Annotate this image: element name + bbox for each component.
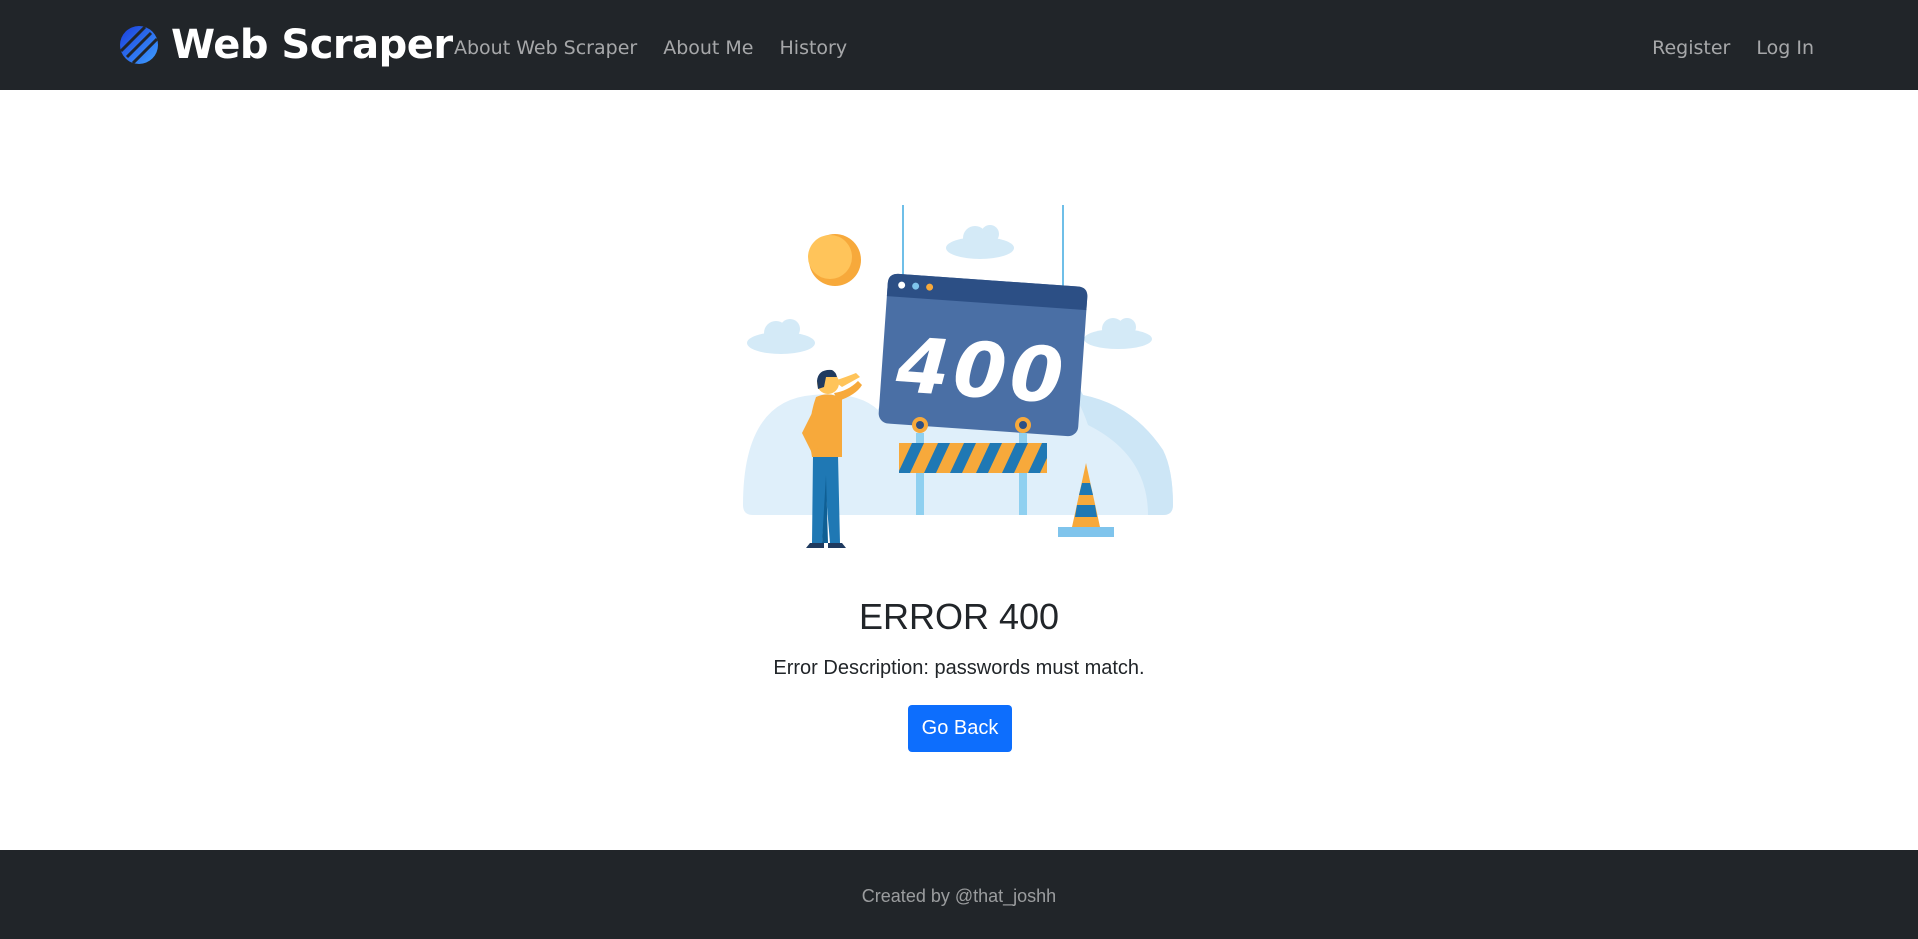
error-title: ERROR 400 (858, 596, 1060, 637)
footer-credit: Created by @that_joshh (861, 886, 1057, 906)
error-description: Error Description: passwords must match. (773, 657, 1145, 679)
brand-logo-icon (120, 26, 158, 64)
sign-code-text: 400 (893, 320, 1070, 421)
nav-about-web-scraper[interactable]: About Web Scraper (454, 37, 637, 59)
go-back-button[interactable]: Go Back (908, 705, 1012, 752)
nav-history[interactable]: History (780, 37, 848, 59)
account-nav: Register Log In (1626, 0, 1814, 96)
primary-nav: About Web Scraper About Me History (454, 0, 873, 96)
navbar: Web Scraper About Web Scraper About Me H… (0, 0, 1918, 90)
brand-name: Web Scraper (171, 22, 453, 68)
main-content: 400 ERROR 400 Error Description: passwor… (0, 90, 1918, 850)
nav-log-in[interactable]: Log In (1756, 37, 1814, 59)
under-construction-illustration: 400 (743, 205, 1173, 548)
nav-register[interactable]: Register (1652, 37, 1730, 59)
nav-about-me[interactable]: About Me (663, 37, 753, 59)
footer: Created by @that_joshh (0, 850, 1918, 939)
brand-link[interactable]: Web Scraper (119, 20, 453, 70)
error-sign: 400 (878, 273, 1088, 437)
